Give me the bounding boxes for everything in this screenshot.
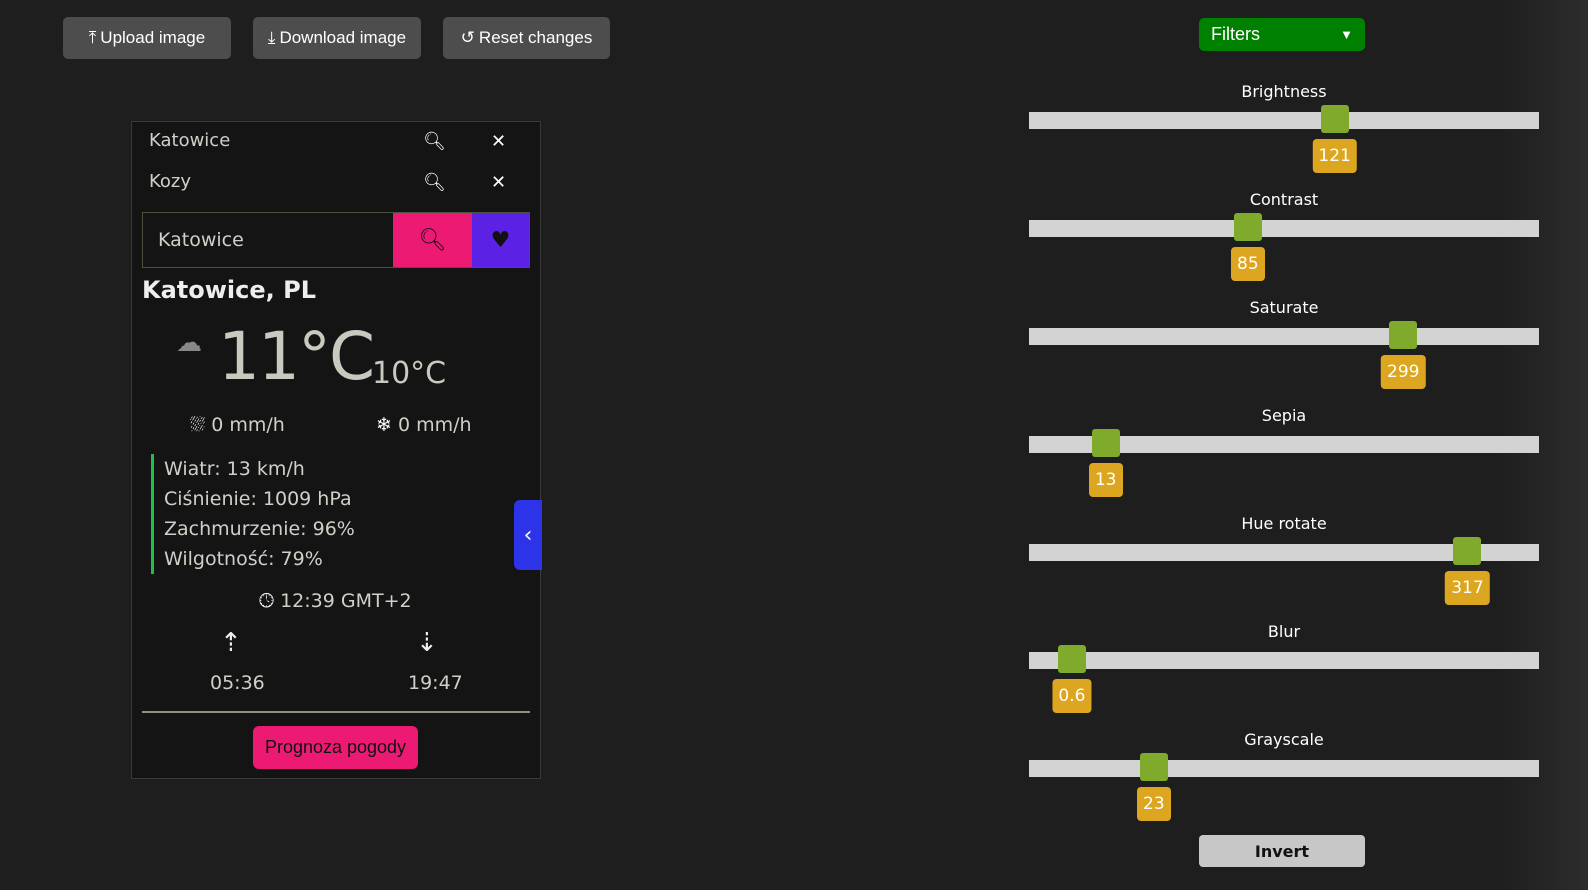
invert-button[interactable]: Invert: [1199, 835, 1365, 867]
pressure: Ciśnienie: 1009 hPa: [164, 488, 352, 510]
blur-slider[interactable]: 0.6: [1029, 645, 1539, 713]
filters-label: Filters: [1211, 24, 1260, 44]
slider-thumb[interactable]: [1320, 105, 1349, 133]
slider-thumb[interactable]: [1057, 645, 1086, 673]
city-search-bar: Katowice 🔍︎ ♥: [142, 212, 530, 268]
slider-label: Grayscale: [1244, 730, 1324, 749]
hue-rotate-slider[interactable]: 317: [1029, 537, 1539, 605]
slider-value-badge: 13: [1088, 463, 1123, 497]
location-title: Katowice, PL: [142, 276, 317, 304]
clock-icon: 🕓︎: [259, 590, 275, 612]
download-label: Download image: [279, 28, 407, 47]
slider-value-badge: 0.6: [1052, 679, 1092, 713]
temperature: 11°C: [218, 318, 375, 395]
contrast-slider[interactable]: 85: [1029, 213, 1539, 281]
slider-label: Sepia: [1261, 406, 1307, 425]
favorite-button[interactable]: ♥: [472, 213, 529, 267]
cloud-icon: ☁: [176, 328, 202, 358]
download-icon: ⤓: [267, 28, 276, 47]
snow-value: 0 mm/h: [397, 414, 472, 436]
history-item-city[interactable]: Kozy: [149, 171, 191, 192]
local-time: 🕓︎ 12:39 GMT+2: [259, 590, 412, 612]
undo-icon: ↺: [460, 28, 475, 47]
brightness-slider[interactable]: 121: [1029, 105, 1539, 173]
sunrise-icon: ⇡: [220, 628, 242, 658]
filters-dropdown[interactable]: Filters ▼: [1199, 18, 1365, 51]
close-icon[interactable]: ✕: [491, 172, 506, 193]
weather-details: Wiatr: 13 km/h Ciśnienie: 1009 hPa Zachm…: [151, 454, 355, 574]
reset-changes-button[interactable]: ↺ Reset changes: [443, 17, 610, 59]
rain-cloud-icon: ⛆: [190, 414, 206, 436]
slider-value-badge: 85: [1230, 247, 1265, 281]
humidity: Wilgotność: 79%: [164, 548, 323, 570]
heart-icon: ♥: [490, 227, 511, 253]
slider-thumb[interactable]: [1389, 321, 1418, 349]
slider-value-badge: 317: [1445, 571, 1490, 605]
slider-value-badge: 121: [1312, 139, 1357, 173]
slider-label: Saturate: [1249, 298, 1319, 317]
weather-image-preview: Katowice 🔍︎ ✕ Kozy 🔍︎ ✕ Katowice 🔍︎ ♥ Ka…: [131, 121, 542, 779]
search-button[interactable]: 🔍︎: [393, 213, 472, 267]
cloudiness: Zachmurzenie: 96%: [164, 518, 355, 540]
slider-label: Brightness: [1241, 82, 1327, 101]
upload-icon: ⤒: [88, 28, 97, 47]
saturate-slider[interactable]: 299: [1029, 321, 1539, 389]
slider-label: Blur: [1267, 622, 1301, 641]
reset-label: Reset changes: [478, 28, 593, 47]
snowflake-icon: ❄: [376, 414, 392, 436]
slider-label: Contrast: [1249, 190, 1319, 209]
close-icon[interactable]: ✕: [491, 131, 506, 152]
slider-value-badge: 23: [1136, 787, 1171, 821]
divider: [142, 711, 530, 713]
forecast-button[interactable]: Prognoza pogody: [253, 726, 418, 769]
slider-value-badge: 299: [1381, 355, 1426, 389]
slider-thumb[interactable]: [1233, 213, 1262, 241]
feels-like-temperature: 10°C: [372, 356, 447, 391]
rain-info: ⛆ 0 mm/h: [190, 414, 285, 436]
chevron-left-icon: ‹: [523, 522, 533, 548]
search-icon[interactable]: 🔍︎: [423, 172, 446, 193]
collapse-panel-button[interactable]: ‹: [514, 500, 542, 570]
upload-label: Upload image: [100, 28, 206, 47]
snow-info: ❄ 0 mm/h: [376, 414, 472, 436]
slider-thumb[interactable]: [1453, 537, 1482, 565]
slider-thumb[interactable]: [1139, 753, 1168, 781]
city-search-input[interactable]: Katowice: [143, 213, 393, 267]
caret-down-icon: ▼: [1340, 27, 1353, 42]
history-item-city[interactable]: Katowice: [149, 130, 230, 151]
download-image-button[interactable]: ⤓ Download image: [253, 17, 421, 59]
slider-label: Hue rotate: [1241, 514, 1327, 533]
sunrise-time: 05:36: [210, 672, 265, 694]
search-icon[interactable]: 🔍︎: [423, 131, 446, 152]
upload-image-button[interactable]: ⤒ Upload image: [63, 17, 231, 59]
rain-value: 0 mm/h: [211, 414, 285, 436]
grayscale-slider[interactable]: 23: [1029, 753, 1539, 821]
search-icon: 🔍︎: [418, 227, 447, 253]
sunset-time: 19:47: [408, 672, 463, 694]
time-value: 12:39 GMT+2: [280, 590, 412, 612]
slider-thumb[interactable]: [1091, 429, 1120, 457]
wind: Wiatr: 13 km/h: [164, 458, 305, 480]
sunset-icon: ⇣: [416, 628, 438, 658]
sepia-slider[interactable]: 13: [1029, 429, 1539, 497]
